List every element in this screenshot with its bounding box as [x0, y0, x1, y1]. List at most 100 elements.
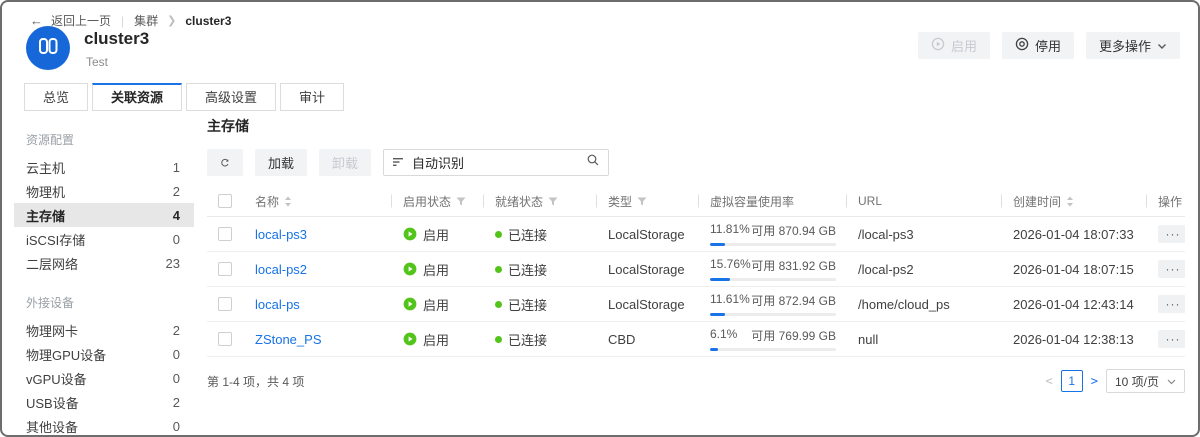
usage-percent: 11.81%: [710, 222, 750, 239]
enable-state-text: 启用: [423, 295, 449, 314]
storage-name-link[interactable]: ZStone_PS: [255, 332, 322, 347]
capacity-cell: 11.61% 可用 872.94 GB: [698, 292, 846, 316]
row-checkbox[interactable]: [218, 227, 232, 241]
created-time: 2026-01-04 12:43:14: [1001, 297, 1146, 312]
unload-button[interactable]: 卸载: [319, 149, 371, 176]
col-label: URL: [858, 194, 882, 208]
enable-state-text: 启用: [423, 225, 449, 244]
sort-icon: [1066, 196, 1074, 207]
sidebar-item-iscsi-storage[interactable]: iSCSI存储 0: [14, 227, 194, 251]
row-more-actions-button[interactable]: ···: [1158, 225, 1185, 243]
tab-overview[interactable]: 总览: [24, 83, 88, 111]
sidebar-section-title: 资源配置: [14, 126, 194, 155]
usage-bar: [710, 278, 836, 281]
more-actions-button[interactable]: 更多操作: [1086, 32, 1180, 59]
storage-type: LocalStorage: [596, 262, 698, 277]
cluster-icon: [36, 35, 60, 62]
load-button[interactable]: 加载: [255, 149, 307, 176]
back-link[interactable]: 返回上一页: [51, 12, 111, 29]
tab-audit[interactable]: 审计: [280, 83, 344, 111]
row-checkbox[interactable]: [218, 297, 232, 311]
col-type[interactable]: 类型: [596, 186, 698, 216]
enable-button[interactable]: 启用: [918, 32, 990, 59]
storage-name-link[interactable]: local-ps2: [255, 262, 307, 277]
breadcrumb-section[interactable]: 集群: [134, 12, 158, 29]
enable-button-label: 启用: [951, 36, 977, 55]
sidebar-item-label: USB设备: [26, 393, 79, 412]
row-checkbox[interactable]: [218, 262, 232, 276]
col-label: 操作: [1158, 193, 1182, 210]
col-created[interactable]: 创建时间: [1001, 186, 1146, 216]
chevron-down-icon: [1167, 374, 1176, 388]
storage-type: LocalStorage: [596, 297, 698, 312]
enabled-state-icon: [403, 227, 417, 241]
toolbar: 加载 卸载 自动识别: [207, 149, 1185, 176]
more-actions-label: 更多操作: [1099, 36, 1151, 55]
chevron-down-icon: [1157, 38, 1167, 53]
col-url: URL: [846, 186, 1001, 216]
select-all-checkbox[interactable]: [218, 194, 232, 208]
disable-button[interactable]: 停用: [1002, 32, 1074, 59]
created-time: 2026-01-04 12:38:13: [1001, 332, 1146, 347]
usage-percent: 6.1%: [710, 327, 737, 344]
table-row: local-ps2 启用 已连接 LocalStorage 15.76% 可用 …: [207, 252, 1185, 287]
sidebar-item-count: 1: [173, 160, 180, 175]
prev-page-button[interactable]: <: [1046, 374, 1053, 388]
enable-state-text: 启用: [423, 260, 449, 279]
sidebar-item-other-device[interactable]: 其他设备 0: [14, 414, 194, 437]
sidebar-item-physical-host[interactable]: 物理机 2: [14, 179, 194, 203]
sidebar-item-vgpu[interactable]: vGPU设备 0: [14, 366, 194, 390]
sidebar-item-usb[interactable]: USB设备 2: [14, 390, 194, 414]
capacity-cell: 6.1% 可用 769.99 GB: [698, 327, 846, 351]
ready-state-text: 已连接: [508, 295, 547, 314]
next-page-button[interactable]: >: [1091, 374, 1098, 388]
col-label: 创建时间: [1013, 193, 1061, 210]
sidebar-item-count: 4: [173, 208, 180, 223]
row-more-actions-button[interactable]: ···: [1158, 295, 1185, 313]
stop-circle-icon: [1015, 37, 1029, 54]
sidebar-item-primary-storage[interactable]: 主存储 4: [14, 203, 194, 227]
search-input[interactable]: 自动识别: [383, 149, 609, 176]
refresh-icon: [220, 156, 230, 170]
sidebar-item-count: 2: [173, 323, 180, 338]
usage-bar: [710, 243, 836, 246]
sidebar-item-label: 物理网卡: [26, 321, 78, 340]
storage-name-link[interactable]: local-ps: [255, 297, 300, 312]
tab-bar: 总览 关联资源 高级设置 审计: [24, 83, 344, 111]
col-enable-state[interactable]: 启用状态: [391, 186, 483, 216]
filter-icon: [637, 197, 647, 206]
row-more-actions-button[interactable]: ···: [1158, 260, 1185, 278]
breadcrumb-divider: |: [121, 14, 124, 28]
primary-storage-panel: 主存储 加载 卸载 自动识别: [207, 116, 1185, 393]
col-name[interactable]: 名称: [243, 186, 391, 216]
item-count-summary: 第 1-4 项，共 4 项: [207, 373, 304, 390]
sidebar-item-label: 物理机: [26, 182, 65, 201]
sidebar-item-physical-nic[interactable]: 物理网卡 2: [14, 318, 194, 342]
sidebar-item-l2-network[interactable]: 二层网络 23: [14, 251, 194, 275]
row-more-actions-button[interactable]: ···: [1158, 330, 1185, 348]
enable-state-text: 启用: [423, 330, 449, 349]
sort-icon: [284, 196, 292, 207]
search-value: 自动识别: [412, 153, 578, 172]
storage-url: /local-ps2: [846, 262, 1001, 277]
col-actions: 操作: [1146, 186, 1185, 216]
col-ready-state[interactable]: 就绪状态: [483, 186, 596, 216]
table-row: local-ps 启用 已连接 LocalStorage 11.61% 可用 8…: [207, 287, 1185, 322]
col-capacity-usage: 虚拟容量使用率: [698, 186, 846, 216]
filter-icon: [548, 197, 558, 206]
sidebar-item-vm[interactable]: 云主机 1: [14, 155, 194, 179]
sidebar-item-count: 2: [173, 184, 180, 199]
sidebar-item-physical-gpu[interactable]: 物理GPU设备 0: [14, 342, 194, 366]
back-arrow-icon[interactable]: ←: [30, 13, 43, 28]
row-checkbox[interactable]: [218, 332, 232, 346]
tab-advanced-settings[interactable]: 高级设置: [186, 83, 276, 111]
col-label: 虚拟容量使用率: [710, 193, 794, 210]
sidebar-item-count: 2: [173, 395, 180, 410]
tab-related-resources[interactable]: 关联资源: [92, 83, 182, 111]
page-size-select[interactable]: 10 项/页: [1106, 369, 1185, 393]
storage-name-link[interactable]: local-ps3: [255, 227, 307, 242]
page-number-button[interactable]: 1: [1061, 370, 1083, 392]
pagination: < 1 > 10 项/页: [1046, 369, 1186, 393]
search-icon[interactable]: [586, 153, 600, 172]
refresh-button[interactable]: [207, 149, 243, 176]
